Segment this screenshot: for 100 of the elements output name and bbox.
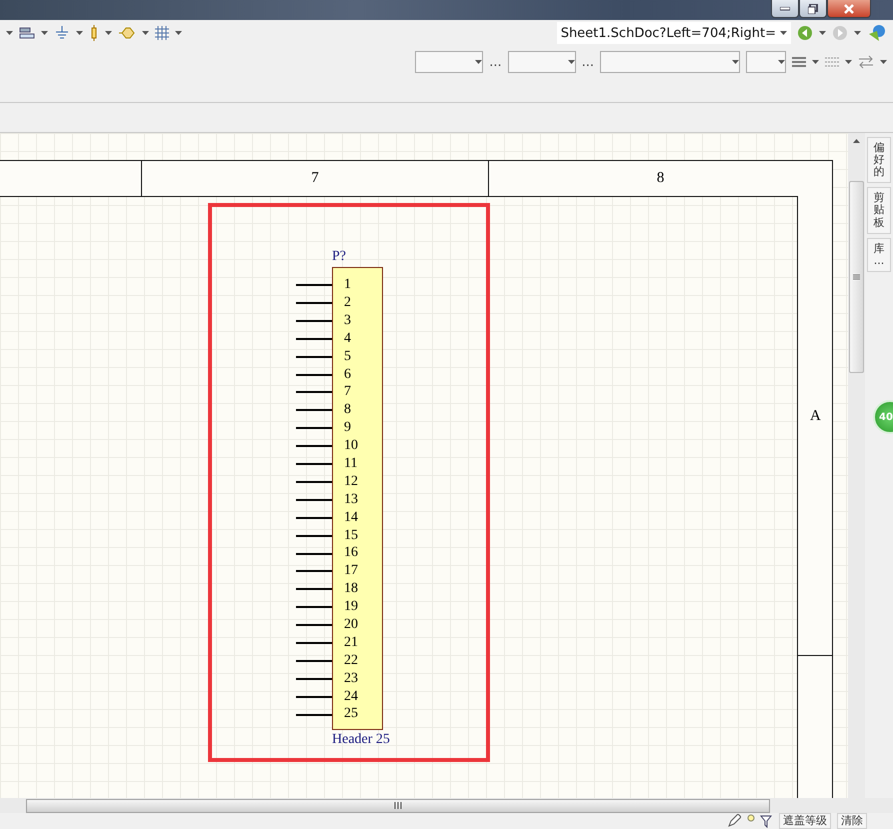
pin-line[interactable] — [296, 284, 332, 286]
dropdown-caret-icon[interactable] — [778, 60, 785, 64]
horizontal-scrollbar[interactable] — [26, 798, 770, 813]
pin-line[interactable] — [296, 356, 332, 358]
dropdown-caret-icon[interactable] — [812, 60, 819, 64]
separator-dots: ... — [489, 54, 502, 70]
pin-number: 19 — [343, 598, 359, 616]
pin-line[interactable] — [296, 427, 332, 430]
pin-line[interactable] — [296, 696, 332, 698]
align-icon[interactable] — [19, 26, 35, 40]
part-icon[interactable] — [89, 25, 99, 42]
separator-dots: ... — [582, 54, 594, 70]
dropdown-caret-icon[interactable] — [76, 31, 83, 36]
dropdown-caret-icon[interactable] — [568, 60, 575, 64]
dropdown-caret-icon[interactable] — [854, 31, 861, 36]
port-icon[interactable] — [118, 27, 136, 40]
pin-line[interactable] — [296, 570, 332, 572]
pin-line[interactable] — [296, 552, 332, 555]
pin-number: 3 — [343, 312, 352, 330]
pin-line[interactable] — [296, 338, 332, 340]
document-path-combo[interactable]: Sheet1.SchDoc?Left=704;Right= — [556, 22, 791, 44]
side-panel-tab[interactable]: 剪贴板 — [867, 187, 891, 234]
pin-number: 4 — [343, 330, 352, 348]
swap-arrows-icon[interactable] — [858, 55, 874, 70]
status-button[interactable]: 遮盖等级 — [779, 812, 831, 829]
side-panel-tab[interactable]: 库... — [867, 238, 891, 272]
pin-number: 6 — [343, 366, 352, 384]
pin-number: 16 — [343, 544, 359, 562]
pin-number: 14 — [343, 508, 359, 527]
back-icon[interactable] — [797, 25, 813, 42]
pin-line[interactable] — [296, 606, 332, 608]
pin-line[interactable] — [296, 678, 332, 680]
pin-line[interactable] — [296, 480, 332, 483]
schematic-canvas[interactable]: 7 8 A P? 1 2 3 4 5 6 7 8 9 10 11 12 13 14 15 16 17 18 19 20 21 22 23 24 25 Header 25 — [0, 133, 848, 798]
pin-number: 21 — [343, 634, 359, 652]
dropdown-caret-icon[interactable] — [6, 31, 13, 36]
dropdown-caret-icon[interactable] — [142, 31, 149, 36]
minimize-icon — [780, 6, 790, 10]
side-panel-tab[interactable]: 偏好的 — [867, 137, 891, 184]
pin-line[interactable] — [296, 463, 332, 466]
pin-number: 11 — [343, 455, 358, 473]
pin-line[interactable] — [296, 534, 332, 537]
ground-icon[interactable] — [54, 26, 70, 40]
dropdown-caret-icon[interactable] — [780, 31, 787, 36]
pin-number: 2 — [343, 294, 352, 312]
line-width-icon[interactable] — [792, 56, 806, 68]
dropdown-caret-icon[interactable] — [41, 31, 48, 36]
pin-line[interactable] — [296, 714, 332, 716]
pin-line[interactable] — [296, 374, 332, 376]
pin-number: 15 — [343, 526, 359, 544]
dropdown-caret-icon[interactable] — [475, 60, 482, 64]
pin-number: 22 — [343, 652, 359, 670]
pin-line[interactable] — [296, 588, 332, 590]
pin-line[interactable] — [296, 391, 332, 394]
grid-icon[interactable] — [155, 26, 169, 40]
pin-number: 24 — [343, 688, 359, 706]
pin-line[interactable] — [296, 660, 332, 662]
pin-number: 8 — [343, 401, 352, 420]
scroll-thumb[interactable] — [849, 181, 864, 374]
pin-number: 23 — [343, 670, 359, 688]
filter-icon[interactable] — [747, 814, 773, 828]
restore-button[interactable] — [799, 0, 827, 18]
minimize-button[interactable] — [771, 0, 799, 18]
pin-line[interactable] — [296, 409, 332, 412]
component-comment[interactable]: Header 25 — [332, 732, 390, 748]
pin-number: 10 — [343, 437, 359, 455]
pin-number: 7 — [343, 383, 352, 402]
pin-line[interactable] — [296, 445, 332, 448]
pin-line[interactable] — [296, 624, 332, 626]
dropdown-caret-icon[interactable] — [819, 31, 826, 36]
pin-number: 5 — [343, 348, 352, 366]
dropdown-caret-icon[interactable] — [880, 60, 887, 64]
component-body[interactable]: 1 2 3 4 5 6 7 8 9 10 11 12 13 14 15 16 17 18 19 20 21 22 23 24 25 — [332, 267, 383, 730]
zone-label: 8 — [656, 169, 666, 188]
pin-line[interactable] — [296, 302, 332, 304]
pin-number: 25 — [343, 705, 359, 724]
pin-number: 17 — [343, 562, 359, 580]
zone-label: A — [810, 408, 821, 426]
pin-number: 12 — [343, 472, 359, 491]
scroll-up-icon[interactable] — [853, 139, 860, 144]
close-button[interactable] — [827, 0, 871, 18]
grip-icon — [853, 274, 860, 280]
close-icon — [844, 4, 854, 14]
dropdown-caret-icon[interactable] — [732, 60, 739, 64]
pin-line[interactable] — [296, 516, 332, 519]
grip-icon — [394, 802, 402, 810]
globe-icon[interactable] — [867, 24, 887, 42]
pin-line[interactable] — [296, 498, 332, 501]
dropdown-caret-icon[interactable] — [175, 31, 182, 36]
dropdown-caret-icon[interactable] — [105, 31, 112, 36]
pencil-icon[interactable] — [727, 814, 741, 828]
pin-number: 13 — [343, 490, 359, 509]
pin-line[interactable] — [296, 320, 332, 322]
pin-line[interactable] — [296, 642, 332, 644]
component-designator[interactable]: P? — [332, 249, 346, 266]
pin-number: 20 — [343, 616, 359, 634]
status-button[interactable]: 清除 — [837, 812, 867, 829]
dropdown-caret-icon[interactable] — [845, 60, 852, 64]
vertical-scrollbar[interactable] — [848, 133, 865, 798]
pin-number: 1 — [343, 276, 352, 294]
